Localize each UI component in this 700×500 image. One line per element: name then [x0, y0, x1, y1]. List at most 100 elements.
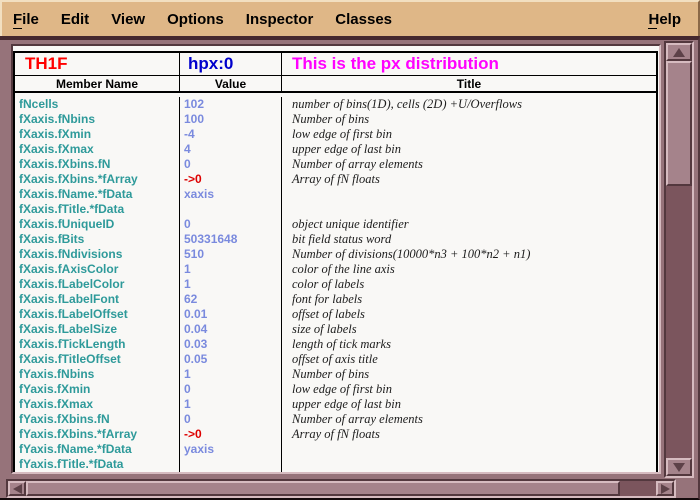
member-value-cell: xaxis: [180, 187, 282, 202]
member-title-cell: [282, 202, 656, 217]
menu-classes[interactable]: Classes: [324, 5, 403, 34]
table-row[interactable]: fXaxis.fTitleOffset0.05offset of axis ti…: [15, 352, 656, 367]
member-title-cell: length of tick marks: [282, 337, 656, 352]
table-row[interactable]: fXaxis.fLabelColor1color of labels: [15, 277, 656, 292]
member-name-cell: fXaxis.fXmin: [15, 127, 180, 142]
member-value-cell: 0.05: [180, 352, 282, 367]
table-row[interactable]: fXaxis.fNbins100Number of bins: [15, 112, 656, 127]
table-row[interactable]: fXaxis.fLabelOffset0.01offset of labels: [15, 307, 656, 322]
table-row[interactable]: fXaxis.fLabelSize0.04size of labels: [15, 322, 656, 337]
member-value-cell: 4: [180, 142, 282, 157]
member-title-cell: upper edge of last bin: [282, 142, 656, 157]
member-name-cell: fXaxis.fXmax: [15, 142, 180, 157]
member-title-cell: Array of fN floats: [282, 427, 656, 442]
table-row[interactable]: fYaxis.fTitle.*fData: [15, 457, 656, 472]
table-row[interactable]: fXaxis.fBits50331648bit field status wor…: [15, 232, 656, 247]
member-value-cell: 100: [180, 112, 282, 127]
member-value-cell: 62: [180, 292, 282, 307]
table-row[interactable]: fXaxis.fUniqueID0object unique identifie…: [15, 217, 656, 232]
member-value-cell: 1: [180, 397, 282, 412]
member-name-cell: fYaxis.fXmin: [15, 382, 180, 397]
table-row[interactable]: fXaxis.fTitle.*fData: [15, 202, 656, 217]
table-row[interactable]: fXaxis.fXmax4upper edge of last bin: [15, 142, 656, 157]
table-row[interactable]: fXaxis.fTickLength0.03length of tick mar…: [15, 337, 656, 352]
member-name-cell: fYaxis.fName.*fData: [15, 442, 180, 457]
member-name-cell: fXaxis.fLabelSize: [15, 322, 180, 337]
member-table: TH1F hpx:0 This is the px distribution M…: [13, 51, 658, 472]
object-title: This is the px distribution: [282, 53, 656, 75]
arrow-right-icon: [661, 484, 670, 494]
menu-file[interactable]: File: [2, 5, 50, 34]
member-title-cell: number of bins(1D), cells (2D) +U/Overfl…: [282, 97, 656, 112]
column-header-row: Member Name Value Title: [15, 76, 656, 93]
member-title-cell: Number of array elements: [282, 412, 656, 427]
menu-edit[interactable]: Edit: [50, 5, 100, 34]
menubar-items: FileEditViewOptionsInspectorClasses: [2, 5, 403, 34]
member-title-cell: low edge of first bin: [282, 382, 656, 397]
arrow-left-icon: [13, 484, 22, 494]
member-name-cell: fXaxis.fNdivisions: [15, 247, 180, 262]
menu-view[interactable]: View: [100, 5, 156, 34]
member-title-cell: offset of labels: [282, 307, 656, 322]
member-value-cell: 0: [180, 412, 282, 427]
inspector-panel: TH1F hpx:0 This is the px distribution M…: [11, 44, 661, 474]
table-row[interactable]: fXaxis.fXmin-4low edge of first bin: [15, 127, 656, 142]
table-row[interactable]: fYaxis.fNbins1Number of bins: [15, 367, 656, 382]
table-row[interactable]: fYaxis.fXmax1upper edge of last bin: [15, 397, 656, 412]
member-name-cell: fXaxis.fName.*fData: [15, 187, 180, 202]
table-row[interactable]: fXaxis.fName.*fDataxaxis: [15, 187, 656, 202]
table-row[interactable]: fXaxis.fNdivisions510Number of divisions…: [15, 247, 656, 262]
menu-help[interactable]: Help: [637, 5, 692, 34]
member-title-cell: Number of bins: [282, 367, 656, 382]
member-value-cell: 1: [180, 277, 282, 292]
member-title-cell: Number of array elements: [282, 157, 656, 172]
member-name-cell: fXaxis.fTitleOffset: [15, 352, 180, 367]
member-title-cell: [282, 457, 656, 472]
member-name-cell: fYaxis.fXbins.fN: [15, 412, 180, 427]
scroll-up-button[interactable]: [666, 43, 692, 61]
member-name-cell: fXaxis.fTickLength: [15, 337, 180, 352]
table-row[interactable]: fYaxis.fXbins.*fArray->0Array of fN floa…: [15, 427, 656, 442]
vertical-scrollbar-thumb[interactable]: [666, 61, 692, 186]
member-value-cell: 102: [180, 97, 282, 112]
scroll-left-button[interactable]: [8, 481, 26, 496]
table-row[interactable]: fXaxis.fAxisColor1color of the line axis: [15, 262, 656, 277]
member-value-cell: 1: [180, 367, 282, 382]
member-name-cell: fXaxis.fLabelOffset: [15, 307, 180, 322]
menubar: FileEditViewOptionsInspectorClasses Help: [0, 0, 700, 36]
member-value-cell: ->0: [180, 172, 282, 187]
member-value-cell: 0: [180, 382, 282, 397]
horizontal-scrollbar[interactable]: [6, 479, 676, 498]
member-title-cell: low edge of first bin: [282, 127, 656, 142]
menu-options[interactable]: Options: [156, 5, 235, 34]
table-row[interactable]: fXaxis.fXbins.*fArray->0Array of fN floa…: [15, 172, 656, 187]
table-row[interactable]: fXaxis.fLabelFont62font for labels: [15, 292, 656, 307]
table-row[interactable]: fYaxis.fXmin0low edge of first bin: [15, 382, 656, 397]
table-row[interactable]: fYaxis.fXbins.fN0Number of array element…: [15, 412, 656, 427]
table-row[interactable]: fXaxis.fXbins.fN0Number of array element…: [15, 157, 656, 172]
member-name-cell: fNcells: [15, 97, 180, 112]
member-title-cell: Number of divisions(10000*n3 + 100*n2 + …: [282, 247, 656, 262]
column-header-title: Title: [282, 76, 656, 91]
menu-inspector[interactable]: Inspector: [235, 5, 325, 34]
column-header-member-name: Member Name: [15, 76, 180, 91]
table-row[interactable]: fNcells102number of bins(1D), cells (2D)…: [15, 97, 656, 112]
member-title-cell: object unique identifier: [282, 217, 656, 232]
member-value-cell: 1: [180, 262, 282, 277]
member-title-cell: [282, 442, 656, 457]
member-name-cell: fYaxis.fTitle.*fData: [15, 457, 180, 472]
member-value-cell: 0.01: [180, 307, 282, 322]
member-value-cell: 0: [180, 157, 282, 172]
member-value-cell: [180, 457, 282, 472]
vertical-scrollbar[interactable]: [664, 41, 694, 478]
member-value-cell: 50331648: [180, 232, 282, 247]
member-value-cell: 0: [180, 217, 282, 232]
member-name-cell: fYaxis.fXbins.*fArray: [15, 427, 180, 442]
table-row[interactable]: fYaxis.fName.*fDatayaxis: [15, 442, 656, 457]
scroll-right-button[interactable]: [656, 481, 674, 496]
horizontal-scrollbar-thumb[interactable]: [26, 481, 620, 496]
scroll-down-button[interactable]: [666, 458, 692, 476]
member-name-cell: fXaxis.fLabelColor: [15, 277, 180, 292]
arrow-down-icon: [673, 463, 685, 472]
member-title-cell: color of labels: [282, 277, 656, 292]
